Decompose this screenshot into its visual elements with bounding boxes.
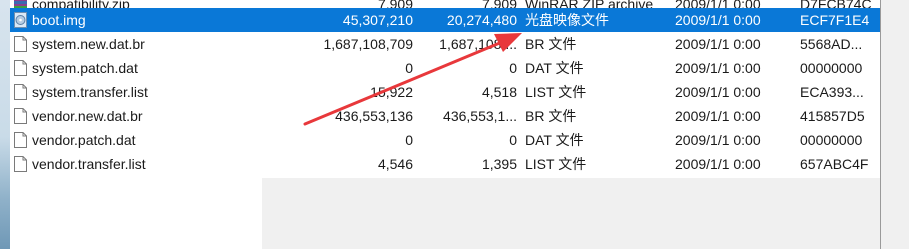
- file-modified: 2009/1/1 0:00: [675, 156, 761, 172]
- file-packed-size: 0: [509, 60, 517, 76]
- file-modified: 2009/1/1 0:00: [675, 132, 761, 148]
- file-type: LIST 文件: [525, 84, 587, 100]
- empty-list-region: [262, 178, 880, 249]
- file-name: vendor.transfer.list: [32, 156, 146, 172]
- file-crc: 657ABC4F: [800, 156, 869, 172]
- file-name: boot.img: [32, 12, 86, 28]
- file-row-boot-img[interactable]: boot.img 45,307,210 20,274,480 光盘映像文件 20…: [10, 8, 880, 32]
- file-name: vendor.patch.dat: [32, 132, 136, 148]
- file-crc: ECF7F1E4: [800, 12, 870, 28]
- file-row-vendor-transfer-list[interactable]: vendor.transfer.list 4,546 1,395 LIST 文件…: [10, 152, 880, 176]
- file-size: 4,546: [377, 156, 413, 172]
- file-crc: 5568AD...: [800, 36, 863, 52]
- file-modified: 2009/1/1 0:00: [675, 108, 761, 124]
- file-name: system.patch.dat: [32, 60, 138, 76]
- file-modified: 2009/1/1 0:00: [675, 84, 761, 100]
- desktop-background-strip: [0, 0, 10, 249]
- file-icon: [14, 36, 27, 52]
- file-packed-size: 20,274,480: [446, 12, 517, 28]
- file-type: BR 文件: [525, 36, 577, 52]
- file-icon: [14, 156, 27, 172]
- file-size: 15,922: [370, 84, 413, 100]
- file-row-vendor-new-dat-br[interactable]: vendor.new.dat.br 436,553,136 436,553,1.…: [10, 104, 880, 128]
- file-name: system.transfer.list: [32, 84, 148, 100]
- disc-image-icon: [14, 12, 27, 28]
- file-type: LIST 文件: [525, 156, 587, 172]
- file-icon: [14, 132, 27, 148]
- file-size: 0: [405, 60, 413, 76]
- file-name: system.new.dat.br: [32, 36, 145, 52]
- file-type: BR 文件: [525, 108, 577, 124]
- file-packed-size: 1,395: [481, 156, 517, 172]
- file-type: DAT 文件: [525, 60, 584, 76]
- file-type: DAT 文件: [525, 132, 584, 148]
- file-packed-size: 4,518: [481, 84, 517, 100]
- file-type: 光盘映像文件: [525, 12, 609, 28]
- file-modified: 2009/1/1 0:00: [675, 12, 761, 28]
- file-size: 45,307,210: [342, 12, 413, 28]
- file-crc: 415857D5: [800, 108, 865, 124]
- file-icon: [14, 84, 27, 100]
- file-size: 0: [405, 132, 413, 148]
- scrollbar-track[interactable]: [881, 0, 909, 249]
- file-packed-size: 436,553,1...: [443, 108, 517, 124]
- file-icon: [14, 60, 27, 76]
- file-row-system-transfer-list[interactable]: system.transfer.list 15,922 4,518 LIST 文…: [10, 80, 880, 104]
- file-icon: [14, 108, 27, 124]
- file-row-system-new-dat-br[interactable]: system.new.dat.br 1,687,108,709 1,687,10…: [10, 32, 880, 56]
- file-packed-size: 0: [509, 132, 517, 148]
- file-modified: 2009/1/1 0:00: [675, 36, 761, 52]
- file-name: vendor.new.dat.br: [32, 108, 143, 124]
- file-size: 436,553,136: [335, 108, 413, 124]
- file-crc: ECA393...: [800, 84, 864, 100]
- file-crc: 00000000: [800, 132, 863, 148]
- file-packed-size: 1,687,108,...: [439, 36, 517, 52]
- file-size: 1,687,108,709: [323, 36, 413, 52]
- file-row-vendor-patch-dat[interactable]: vendor.patch.dat 0 0 DAT 文件 2009/1/1 0:0…: [10, 128, 880, 152]
- file-row-system-patch-dat[interactable]: system.patch.dat 0 0 DAT 文件 2009/1/1 0:0…: [10, 56, 880, 80]
- file-crc: 00000000: [800, 60, 863, 76]
- file-modified: 2009/1/1 0:00: [675, 60, 761, 76]
